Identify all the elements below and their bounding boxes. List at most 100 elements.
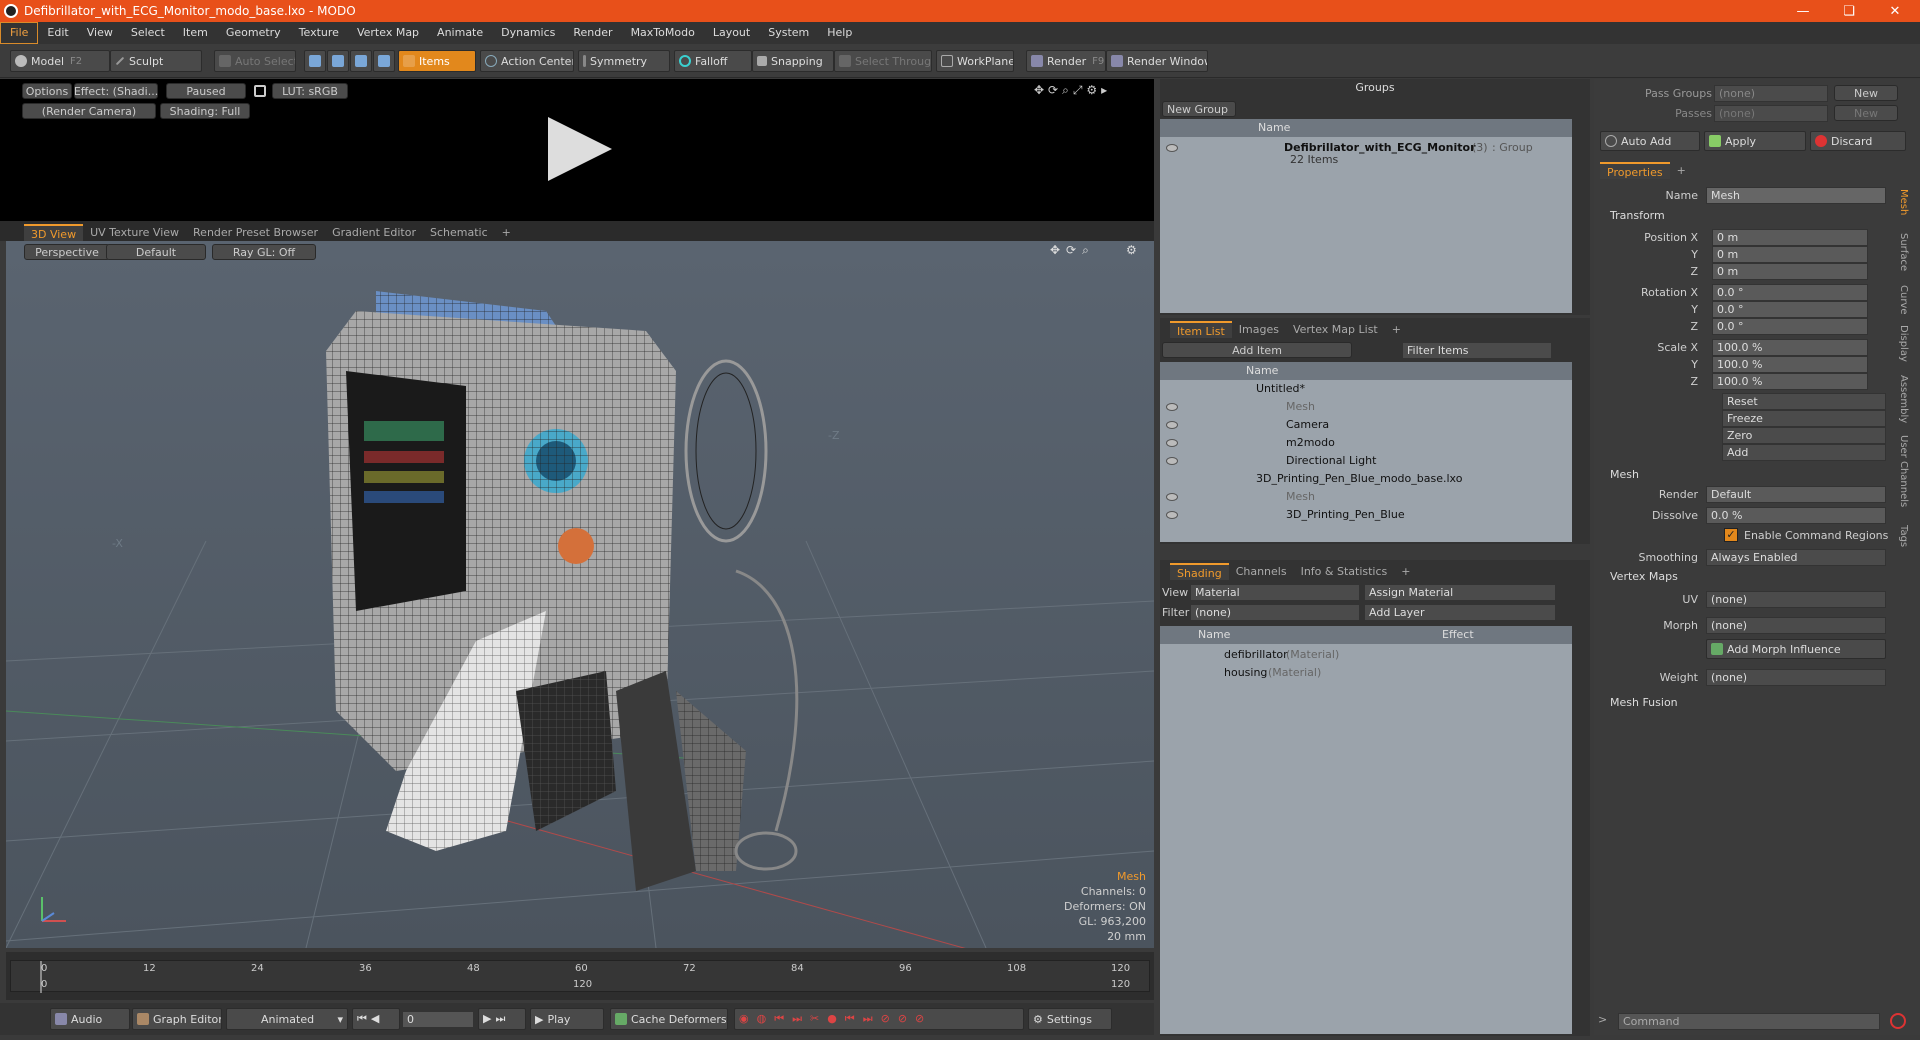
auto-add-button[interactable]: Auto Add	[1600, 131, 1700, 151]
shading-dropdown[interactable]: Shading: Full	[160, 103, 250, 119]
transport-start-buttons[interactable]: ⏮◀	[352, 1008, 400, 1030]
lut-dropdown[interactable]: LUT: sRGB	[272, 83, 348, 99]
tab-uv-texture-view[interactable]: UV Texture View	[83, 224, 186, 241]
menu-render[interactable]: Render	[564, 22, 621, 44]
apply-button[interactable]: Apply	[1704, 131, 1806, 151]
item-tree[interactable]: Name Untitled* Mesh Camera m2modo Direct…	[1160, 362, 1572, 542]
rotation-z-input[interactable]: 0.0 °	[1712, 318, 1868, 335]
scale-z-input[interactable]: 100.0 %	[1712, 373, 1868, 390]
uv-dropdown[interactable]: (none)	[1706, 591, 1886, 608]
reset-dropdown[interactable]: Reset	[1722, 393, 1886, 410]
menu-select[interactable]: Select	[122, 22, 174, 44]
passes-dropdown[interactable]: (none)	[1714, 105, 1828, 122]
new-group-button[interactable]: New Group	[1162, 101, 1236, 117]
dissolve-input[interactable]: 0.0 %	[1706, 507, 1886, 524]
viewport-settings-icon[interactable]: ⚙	[1126, 243, 1137, 257]
vertex-maps-section[interactable]: Vertex Maps	[1610, 570, 1678, 583]
render-dropdown[interactable]: Default	[1706, 486, 1886, 503]
vertices-mode-button[interactable]	[304, 50, 326, 72]
action-center-button[interactable]: Action Center	[480, 50, 574, 72]
preview-effect-dropdown[interactable]: Effect: (Shadi...	[74, 83, 158, 99]
side-tab-assembly[interactable]: Assembly	[1898, 375, 1909, 423]
menu-item[interactable]: Item	[174, 22, 217, 44]
rotation-x-input[interactable]: 0.0 °	[1712, 284, 1868, 301]
side-tab-curve[interactable]: Curve	[1898, 285, 1909, 315]
position-y-input[interactable]: 0 m	[1712, 246, 1868, 263]
scale-y-input[interactable]: 100.0 %	[1712, 356, 1868, 373]
maximize-button[interactable]: ❏	[1826, 0, 1872, 22]
play-button[interactable]: ▶ Play	[530, 1008, 604, 1030]
model-button[interactable]: Model F2	[10, 50, 110, 72]
visibility-eye-icon[interactable]	[1166, 457, 1178, 465]
lock-icon[interactable]	[254, 85, 266, 97]
3d-viewport[interactable]: Perspective Default Ray GL: Off ✥⟳⌕ ⚙ -Z…	[6, 241, 1154, 948]
transport-end-buttons[interactable]: ▶⏭	[478, 1008, 526, 1030]
defibrillator-model[interactable]	[316, 271, 936, 891]
side-tab-surface[interactable]: Surface	[1898, 233, 1909, 271]
add-layer-dropdown[interactable]: Add Layer	[1364, 604, 1556, 621]
render-camera-dropdown[interactable]: (Render Camera)	[22, 103, 156, 119]
preview-view-controls-icon[interactable]: ✥⟳⌕⤢⚙▸	[1034, 83, 1111, 98]
filter-items-input[interactable]: Filter Items	[1402, 342, 1552, 359]
discard-button[interactable]: Discard	[1810, 131, 1906, 151]
play-preview-icon[interactable]	[540, 109, 620, 189]
close-button[interactable]: ✕	[1872, 0, 1918, 22]
menu-texture[interactable]: Texture	[290, 22, 348, 44]
shader-tree[interactable]: Name Effect defibrillator (Material) hous…	[1160, 626, 1572, 1034]
falloff-button[interactable]: Falloff	[674, 50, 752, 72]
menu-help[interactable]: Help	[818, 22, 861, 44]
weight-dropdown[interactable]: (none)	[1706, 669, 1886, 686]
name-input[interactable]: Mesh	[1706, 187, 1886, 204]
menu-animate[interactable]: Animate	[428, 22, 492, 44]
tab-render-preset-browser[interactable]: Render Preset Browser	[186, 224, 325, 241]
cache-deformers-button[interactable]: Cache Deformers	[610, 1008, 728, 1030]
tab-channels[interactable]: Channels	[1229, 563, 1294, 580]
audio-button[interactable]: Audio	[50, 1008, 130, 1030]
symmetry-button[interactable]: Symmetry	[578, 50, 670, 72]
menu-view[interactable]: View	[78, 22, 122, 44]
tab-schematic[interactable]: Schematic	[423, 224, 495, 241]
menu-maxtomodo[interactable]: MaxToModo	[622, 22, 704, 44]
visibility-eye-icon[interactable]	[1166, 511, 1178, 519]
auto-select-button[interactable]: Auto Select	[214, 50, 296, 72]
enable-command-regions-checkbox[interactable]: ✓	[1724, 528, 1738, 542]
side-tab-user-channels[interactable]: User Channels	[1898, 435, 1909, 507]
add-morph-influence-button[interactable]: Add Morph Influence	[1706, 639, 1886, 659]
key-tools[interactable]: ◉◍⏮⏭✂●⏮⏭⊘⊘⊘	[734, 1008, 1024, 1030]
snapping-button[interactable]: Snapping	[752, 50, 834, 72]
tab-images[interactable]: Images	[1232, 321, 1286, 338]
side-tab-display[interactable]: Display	[1898, 325, 1909, 362]
items-mode-button[interactable]: Items	[398, 50, 476, 72]
timeline-ruler[interactable]: 0 12 24 36 48 60 72 84 96 108 120 0 120 …	[10, 960, 1150, 993]
frame-input[interactable]: 0	[402, 1011, 474, 1028]
mesh-fusion-section[interactable]: Mesh Fusion	[1610, 696, 1678, 709]
menu-edit[interactable]: Edit	[38, 22, 77, 44]
add-shading-tab-icon[interactable]: +	[1394, 563, 1417, 580]
tab-gradient-editor[interactable]: Gradient Editor	[325, 224, 423, 241]
animated-dropdown[interactable]: Animated ▾	[226, 1008, 348, 1030]
preview-options-button[interactable]: Options	[22, 83, 72, 99]
mesh-section[interactable]: Mesh	[1610, 468, 1639, 481]
perspective-dropdown[interactable]: Perspective	[24, 244, 110, 260]
raygl-dropdown[interactable]: Ray GL: Off	[212, 244, 316, 260]
new-pass-group-button[interactable]: New	[1834, 85, 1898, 101]
command-stop-icon[interactable]	[1890, 1013, 1906, 1029]
settings-button[interactable]: ⚙ Settings	[1028, 1008, 1112, 1030]
visibility-eye-icon[interactable]	[1166, 421, 1178, 429]
side-tab-tags[interactable]: Tags	[1898, 525, 1909, 547]
view-dropdown[interactable]: Material	[1190, 584, 1360, 601]
position-x-input[interactable]: 0 m	[1712, 229, 1868, 246]
rotation-y-input[interactable]: 0.0 °	[1712, 301, 1868, 318]
workplane-button[interactable]: WorkPlane	[936, 50, 1014, 72]
position-z-input[interactable]: 0 m	[1712, 263, 1868, 280]
menu-geometry[interactable]: Geometry	[217, 22, 290, 44]
command-input[interactable]: Command	[1618, 1013, 1880, 1030]
preview-paused-button[interactable]: Paused	[166, 83, 246, 99]
add-dropdown[interactable]: Add	[1722, 444, 1886, 461]
tab-shading[interactable]: Shading	[1170, 563, 1229, 580]
tab-item-list[interactable]: Item List	[1170, 321, 1232, 338]
select-through-button[interactable]: Select Through	[834, 50, 932, 72]
side-tab-mesh[interactable]: Mesh	[1898, 189, 1909, 215]
tab-3d-view[interactable]: 3D View	[24, 224, 84, 241]
shading-style-dropdown[interactable]: Default	[106, 244, 206, 260]
